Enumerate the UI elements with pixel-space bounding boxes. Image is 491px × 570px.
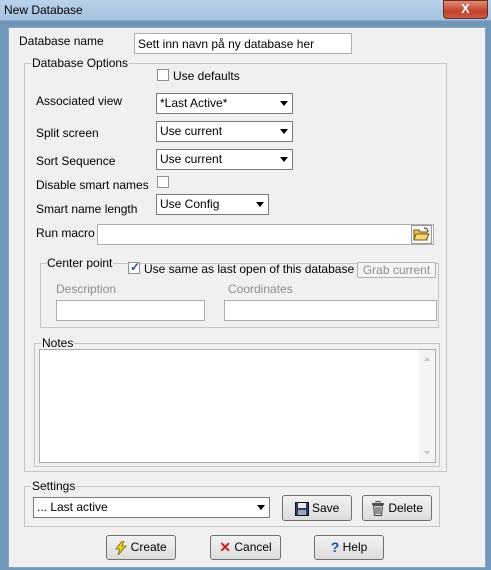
split-screen-value: Use current [160, 124, 223, 138]
settings-legend: Settings [31, 479, 77, 493]
notes-scrollbar[interactable] [419, 350, 435, 462]
sort-sequence-select[interactable]: Use current [156, 149, 293, 170]
floppy-disk-icon [294, 501, 309, 516]
split-screen-select[interactable]: Use current [156, 121, 293, 142]
red-x-icon: ✕ [219, 539, 232, 556]
cancel-button[interactable]: ✕ Cancel [210, 535, 281, 560]
smart-name-length-select[interactable]: Use Config [156, 194, 269, 215]
smart-name-length-label: Smart name length [36, 202, 138, 216]
question-mark-icon: ? [330, 539, 340, 556]
coordinates-input[interactable] [224, 300, 437, 321]
help-button[interactable]: ? Help [314, 535, 384, 560]
chevron-down-icon [280, 129, 288, 134]
associated-view-select[interactable]: *Last Active* [156, 93, 293, 114]
create-label: Create [130, 540, 167, 554]
database-options-legend: Database Options [31, 56, 130, 70]
sort-sequence-value: Use current [160, 152, 223, 166]
scroll-up-icon[interactable] [424, 357, 430, 361]
description-input[interactable] [56, 300, 205, 321]
use-same-checkbox[interactable]: ✓ [128, 260, 141, 274]
notes-legend: Notes [41, 336, 75, 350]
database-name-input[interactable]: Sett inn navn på ny database her [134, 33, 352, 54]
create-button[interactable]: Create [106, 535, 176, 560]
trash-icon [371, 501, 384, 517]
coordinates-label: Coordinates [228, 282, 293, 296]
close-icon: X [461, 1, 470, 16]
scroll-down-icon[interactable] [424, 451, 430, 455]
associated-view-value: *Last Active* [160, 96, 228, 110]
delete-button[interactable]: Delete [362, 495, 432, 521]
run-macro-label: Run macro [36, 226, 95, 240]
settings-select[interactable]: ... Last active [33, 497, 270, 518]
chevron-down-icon [256, 202, 264, 207]
lightning-icon [115, 540, 128, 555]
run-macro-input[interactable] [97, 224, 434, 245]
cancel-label: Cancel [234, 540, 272, 554]
use-same-label: Use same as last open of this database [144, 262, 355, 276]
folder-open-icon [411, 225, 432, 244]
disable-smart-names-checkbox[interactable] [157, 176, 169, 188]
settings-value: ... Last active [37, 500, 108, 514]
check-icon: ✓ [130, 260, 141, 274]
save-label: Save [311, 501, 340, 515]
database-name-label: Database name [19, 34, 104, 48]
browse-folder-button[interactable] [411, 225, 432, 244]
save-button[interactable]: Save [282, 495, 352, 521]
notes-textarea[interactable] [39, 349, 436, 463]
grab-current-button[interactable]: Grab current [357, 262, 436, 278]
chevron-down-icon [280, 157, 288, 162]
description-label: Description [56, 282, 117, 296]
window-title: New Database [4, 3, 83, 17]
chevron-down-icon [280, 101, 288, 106]
center-point-legend: Center point [46, 256, 114, 270]
help-label: Help [342, 540, 368, 554]
disable-smart-names-label: Disable smart names [36, 178, 149, 192]
delete-label: Delete [388, 501, 424, 515]
chevron-down-icon [257, 505, 265, 510]
sort-sequence-label: Sort Sequence [36, 154, 116, 168]
close-button[interactable]: X [443, 0, 488, 19]
smart-name-length-value: Use Config [160, 197, 220, 211]
title-bar: New Database X [0, 0, 491, 21]
use-defaults-checkbox[interactable] [157, 69, 169, 81]
use-defaults-label: Use defaults [173, 69, 240, 83]
split-screen-label: Split screen [36, 126, 99, 140]
associated-view-label: Associated view [36, 94, 123, 108]
